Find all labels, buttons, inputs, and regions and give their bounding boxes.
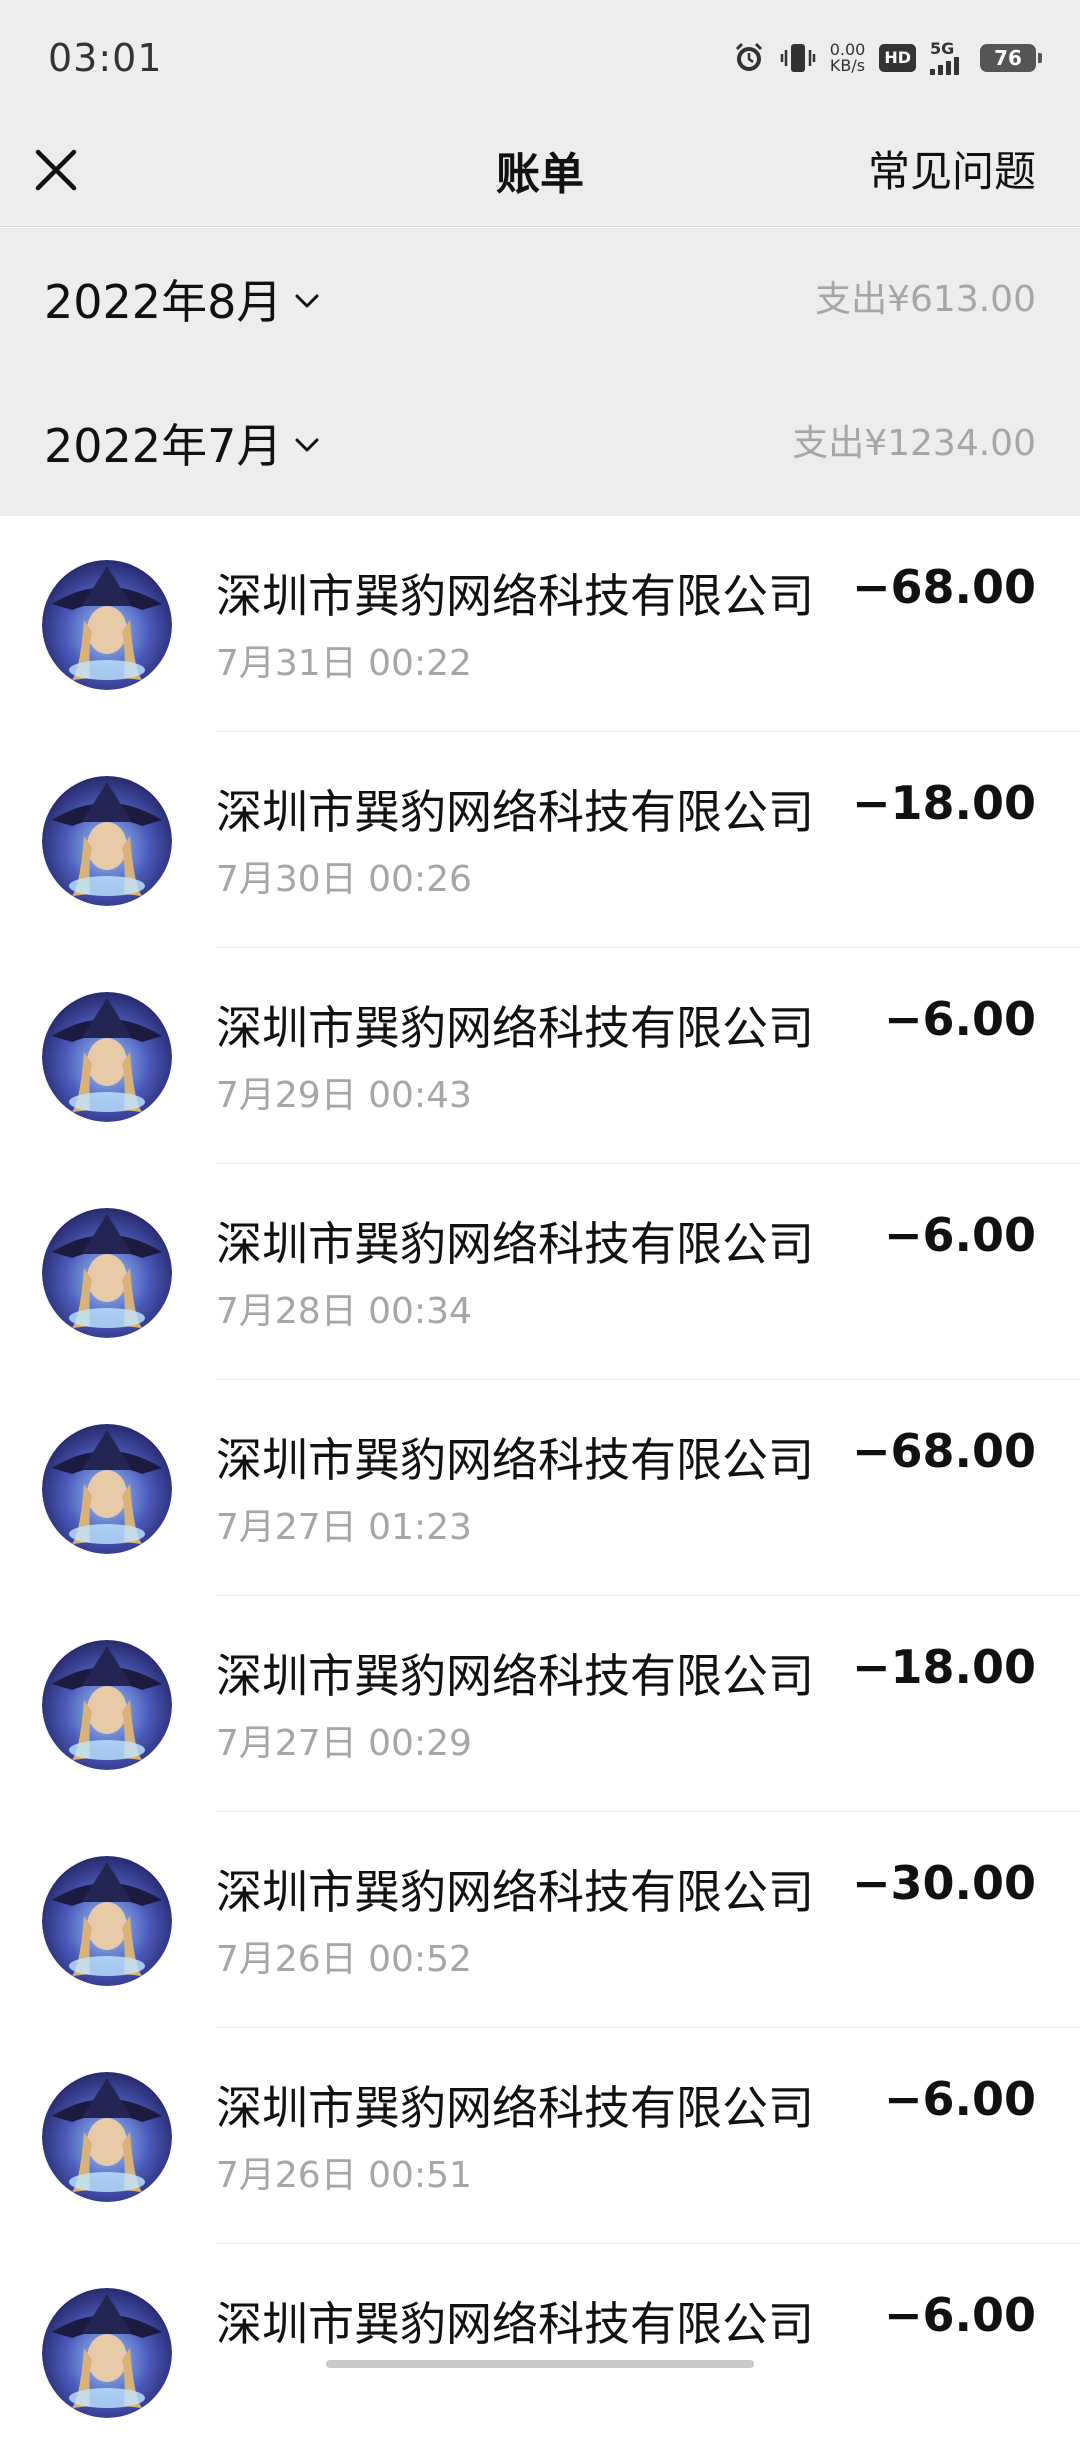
transaction-time: 7月26日 00:52 [216, 1939, 472, 1980]
month-selector[interactable]: 2022年7月 [44, 410, 322, 476]
signal-label: 5G [930, 39, 955, 58]
transaction-amount: −68.00 [851, 1424, 1036, 1478]
merchant-name: 深圳市巽豹网络科技有限公司 [216, 2297, 814, 2351]
merchant-name: 深圳市巽豹网络科技有限公司 [216, 785, 814, 839]
home-indicator[interactable] [326, 2360, 754, 2368]
merchant-avatar [42, 992, 172, 1122]
merchant-avatar [42, 2288, 172, 2418]
transaction-row[interactable]: 深圳市巽豹网络科技有限公司 7月28日 00:34 −6.00 [0, 1164, 1080, 1380]
status-time: 03:01 [48, 36, 163, 80]
transaction-amount: −6.00 [883, 992, 1036, 1046]
month-label: 2022年7月 [44, 419, 283, 473]
transaction-amount: −68.00 [851, 560, 1036, 614]
chevron-down-icon [295, 294, 319, 308]
transaction-row[interactable]: 深圳市巽豹网络科技有限公司 7月26日 00:52 −30.00 [0, 1812, 1080, 2028]
merchant-avatar [42, 1856, 172, 1986]
transaction-row[interactable]: 深圳市巽豹网络科技有限公司 −6.00 [0, 2244, 1080, 2460]
transaction-amount: −18.00 [851, 1640, 1036, 1694]
transaction-amount: −18.00 [851, 776, 1036, 830]
merchant-name: 深圳市巽豹网络科技有限公司 [216, 1649, 814, 1703]
merchant-name: 深圳市巽豹网络科技有限公司 [216, 2081, 814, 2135]
alarm-icon [735, 42, 762, 71]
transaction-time: 7月28日 00:34 [216, 1291, 472, 1332]
merchant-name: 深圳市巽豹网络科技有限公司 [216, 1217, 814, 1271]
transaction-row[interactable]: 深圳市巽豹网络科技有限公司 7月30日 00:26 −18.00 [0, 732, 1080, 948]
transaction-row[interactable]: 深圳市巽豹网络科技有限公司 7月26日 00:51 −6.00 [0, 2028, 1080, 2244]
merchant-avatar [42, 1640, 172, 1770]
faq-link[interactable]: 常见问题 [868, 138, 1036, 199]
merchant-avatar [42, 560, 172, 690]
month-section-header[interactable]: 2022年8月 支出¥613.00 [0, 228, 1080, 369]
transaction-time: 7月27日 01:23 [216, 1507, 472, 1548]
merchant-name: 深圳市巽豹网络科技有限公司 [216, 1865, 814, 1919]
network-speed: 0.00 KB/s [830, 42, 866, 74]
transaction-row[interactable]: 深圳市巽豹网络科技有限公司 7月29日 00:43 −6.00 [0, 948, 1080, 1164]
vibrate-icon [780, 44, 815, 72]
month-label: 2022年8月 [44, 275, 283, 329]
transaction-time: 7月30日 00:26 [216, 859, 472, 900]
transaction-amount: −30.00 [851, 1856, 1036, 1910]
transaction-row[interactable]: 深圳市巽豹网络科技有限公司 7月31日 00:22 −68.00 [0, 516, 1080, 732]
merchant-avatar [42, 2072, 172, 2202]
merchant-name: 深圳市巽豹网络科技有限公司 [216, 569, 814, 623]
status-bar: 03:01 0.00 KB/s HD 5G 76 [0, 0, 1080, 120]
transaction-time: 7月29日 00:43 [216, 1075, 472, 1116]
hd-badge: HD [879, 44, 916, 72]
transaction-time: 7月26日 00:51 [216, 2155, 472, 2196]
chevron-down-icon [295, 438, 319, 452]
top-nav-bar: 账单 常见问题 [0, 120, 1080, 227]
transaction-row[interactable]: 深圳市巽豹网络科技有限公司 7月27日 01:23 −68.00 [0, 1380, 1080, 1596]
merchant-avatar [42, 776, 172, 906]
status-icons: 0.00 KB/s HD 5G 76 [732, 36, 1042, 80]
transaction-amount: −6.00 [883, 2072, 1036, 2126]
merchant-name: 深圳市巽豹网络科技有限公司 [216, 1001, 814, 1055]
month-section-header[interactable]: 2022年7月 支出¥1234.00 [0, 368, 1080, 516]
merchant-name: 深圳市巽豹网络科技有限公司 [216, 1433, 814, 1487]
signal-bars-icon [930, 57, 959, 75]
battery-indicator: 76 [980, 44, 1042, 72]
transaction-row[interactable]: 深圳市巽豹网络科技有限公司 7月27日 00:29 −18.00 [0, 1596, 1080, 1812]
transaction-amount: −6.00 [883, 1208, 1036, 1262]
transaction-list: 深圳市巽豹网络科技有限公司 7月31日 00:22 −68.00 深圳市巽豹网络… [0, 516, 1080, 2460]
transaction-amount: −6.00 [883, 2288, 1036, 2342]
merchant-avatar [42, 1424, 172, 1554]
transaction-time: 7月27日 00:29 [216, 1723, 472, 1764]
transaction-time: 7月31日 00:22 [216, 643, 472, 684]
month-expense-total: 支出¥1234.00 [792, 423, 1036, 464]
signal-indicator: 5G [930, 41, 966, 75]
month-selector[interactable]: 2022年8月 [44, 266, 322, 332]
merchant-avatar [42, 1208, 172, 1338]
network-speed-unit: KB/s [829, 56, 866, 75]
month-expense-total: 支出¥613.00 [815, 279, 1036, 320]
